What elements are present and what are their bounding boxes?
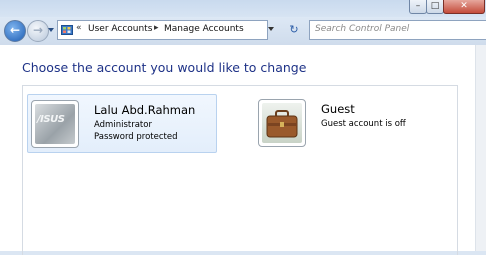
recent-pages-dropdown-icon[interactable]	[48, 28, 54, 32]
account-password-status: Password protected	[94, 132, 178, 142]
account-type: Administrator	[94, 120, 152, 130]
maximize-button[interactable]: □	[426, 0, 444, 14]
account-tile-lalu[interactable]: /ISUS Lalu Abd.Rahman Administrator Pass…	[27, 94, 217, 153]
search-input[interactable]: Search Control Panel	[309, 20, 486, 40]
account-tile-guest[interactable]: Guest Guest account is off	[255, 94, 445, 153]
avatar: /ISUS	[31, 100, 79, 148]
close-button[interactable]: ✕	[443, 0, 485, 14]
forward-button[interactable]: →	[27, 20, 49, 42]
title-bar: – □ ✕	[0, 0, 486, 17]
briefcase-graphic	[266, 110, 298, 138]
back-button[interactable]: ←	[4, 20, 26, 42]
control-panel-icon	[61, 25, 73, 35]
overflow-chevron-icon[interactable]: «	[76, 23, 82, 33]
vertical-scrollbar[interactable]	[475, 45, 486, 251]
search-placeholder: Search Control Panel	[315, 24, 410, 34]
content-area: Choose the account you would like to cha…	[0, 45, 486, 255]
breadcrumb-manage-accounts[interactable]: Manage Accounts	[164, 24, 244, 34]
asus-logo-icon: /ISUS	[35, 104, 75, 144]
navigation-bar: ← → « User Accounts ▸ Manage Accounts ↻ …	[0, 17, 486, 45]
avatar-logo-text: /ISUS	[37, 114, 65, 125]
address-bar[interactable]: « User Accounts ▸ Manage Accounts	[57, 20, 268, 40]
account-name: Guest	[321, 102, 355, 116]
avatar	[258, 99, 306, 147]
briefcase-icon	[262, 103, 302, 143]
minimize-button[interactable]: –	[409, 0, 427, 14]
refresh-icon[interactable]: ↻	[285, 21, 303, 39]
breadcrumb-separator-icon[interactable]: ▸	[154, 23, 159, 33]
account-status: Guest account is off	[321, 119, 406, 129]
account-name: Lalu Abd.Rahman	[94, 103, 196, 117]
page-title: Choose the account you would like to cha…	[22, 60, 307, 75]
address-dropdown-icon[interactable]	[268, 27, 274, 31]
breadcrumb-user-accounts[interactable]: User Accounts	[88, 24, 152, 34]
